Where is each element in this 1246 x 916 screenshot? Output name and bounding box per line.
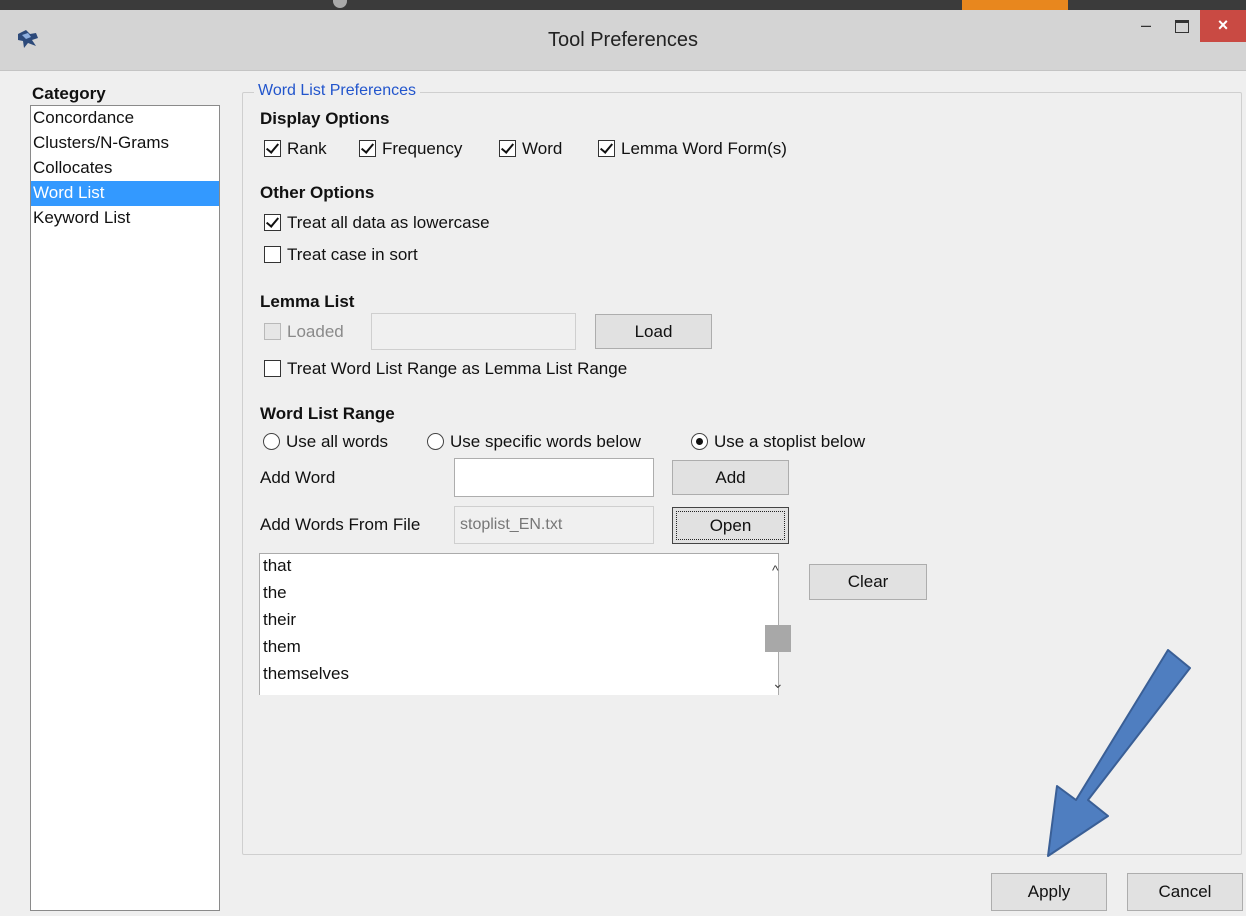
minimize-button[interactable]: – — [1128, 10, 1164, 42]
radio-specific-words-button[interactable] — [427, 433, 444, 451]
rank-checkbox[interactable] — [264, 140, 281, 158]
background-strip — [0, 0, 1246, 10]
list-item[interactable]: themselves — [260, 662, 778, 689]
background-dot — [333, 0, 347, 8]
frequency-checkbox[interactable] — [359, 140, 376, 158]
category-list[interactable]: Concordance Clusters/N-Grams Collocates … — [30, 105, 220, 911]
frequency-label: Frequency — [382, 138, 463, 158]
loaded-checkbox — [264, 323, 281, 341]
maximize-icon — [1175, 19, 1189, 33]
radio-all-words-button[interactable] — [263, 433, 280, 451]
focus-rect — [676, 511, 785, 540]
category-item-keyword-list[interactable]: Keyword List — [31, 206, 219, 231]
list-item[interactable]: that — [260, 554, 778, 581]
add-word-input[interactable] — [454, 458, 654, 497]
lowercase-option[interactable]: Treat all data as lowercase — [264, 212, 490, 233]
radio-stoplist-label: Use a stoplist below — [714, 431, 866, 451]
category-label: Category — [32, 84, 106, 103]
word-list-range-heading: Word List Range — [260, 404, 395, 423]
window-title: Tool Preferences — [547, 29, 699, 51]
clear-button[interactable]: Clear — [809, 564, 927, 600]
add-from-file-label: Add Words From File — [260, 515, 421, 534]
radio-stoplist[interactable]: Use a stoplist below — [691, 431, 865, 452]
frequency-option[interactable]: Frequency — [359, 138, 462, 159]
lowercase-checkbox[interactable] — [264, 214, 281, 232]
lowercase-label: Treat all data as lowercase — [287, 212, 490, 232]
rank-label: Rank — [287, 138, 327, 158]
radio-stoplist-button[interactable] — [691, 433, 708, 451]
title-bar: Tool Preferences – × — [0, 10, 1246, 71]
maximize-button[interactable] — [1164, 10, 1200, 42]
radio-all-words-label: Use all words — [286, 431, 389, 451]
scroll-down-icon[interactable]: ⌄ — [772, 675, 784, 692]
scroll-up-icon[interactable]: ^ — [772, 562, 779, 578]
lemma-range-checkbox[interactable] — [264, 360, 281, 378]
lemma-file-field — [371, 313, 576, 350]
category-item-word-list[interactable]: Word List — [31, 181, 219, 206]
word-option[interactable]: Word — [499, 138, 562, 159]
open-button[interactable]: Open — [672, 507, 789, 544]
lemma-list-heading: Lemma List — [260, 292, 355, 311]
lemma-range-label: Treat Word List Range as Lemma List Rang… — [287, 358, 628, 378]
lemma-checkbox[interactable] — [598, 140, 615, 158]
radio-specific-words-label: Use specific words below — [450, 431, 641, 451]
lemma-label: Lemma Word Form(s) — [621, 138, 787, 158]
rank-option[interactable]: Rank — [264, 138, 327, 159]
word-checkbox[interactable] — [499, 140, 516, 158]
display-options-heading: Display Options — [260, 109, 390, 128]
close-button[interactable]: × — [1200, 10, 1246, 42]
background-accent — [962, 0, 1068, 10]
loaded-label: Loaded — [287, 321, 344, 341]
case-sort-option[interactable]: Treat case in sort — [264, 244, 418, 265]
case-sort-checkbox[interactable] — [264, 246, 281, 264]
group-title: Word List Preferences — [254, 82, 420, 100]
list-item[interactable]: their — [260, 608, 778, 635]
load-button[interactable]: Load — [595, 314, 712, 349]
lemma-range-option[interactable]: Treat Word List Range as Lemma List Rang… — [264, 358, 627, 379]
radio-specific-words[interactable]: Use specific words below — [427, 431, 641, 452]
radio-all-words[interactable]: Use all words — [263, 431, 388, 452]
list-item[interactable]: them — [260, 635, 778, 662]
stoplist-words-list[interactable]: that the their them themselves — [259, 553, 779, 695]
list-item[interactable]: the — [260, 581, 778, 608]
word-label: Word — [522, 138, 563, 158]
other-options-heading: Other Options — [260, 183, 375, 202]
category-item-clusters[interactable]: Clusters/N-Grams — [31, 131, 219, 156]
stoplist-file-field: stoplist_EN.txt — [454, 506, 654, 544]
cancel-button[interactable]: Cancel — [1127, 873, 1243, 911]
lemma-option[interactable]: Lemma Word Form(s) — [598, 138, 787, 159]
loaded-option: Loaded — [264, 321, 344, 342]
case-sort-label: Treat case in sort — [287, 244, 418, 264]
category-item-concordance[interactable]: Concordance — [31, 106, 219, 131]
category-item-collocates[interactable]: Collocates — [31, 156, 219, 181]
annotation-arrow-icon — [1047, 649, 1191, 857]
add-button[interactable]: Add — [672, 460, 789, 495]
add-word-label: Add Word — [260, 468, 336, 487]
scrollbar-thumb[interactable] — [765, 625, 791, 652]
apply-button[interactable]: Apply — [991, 873, 1107, 911]
